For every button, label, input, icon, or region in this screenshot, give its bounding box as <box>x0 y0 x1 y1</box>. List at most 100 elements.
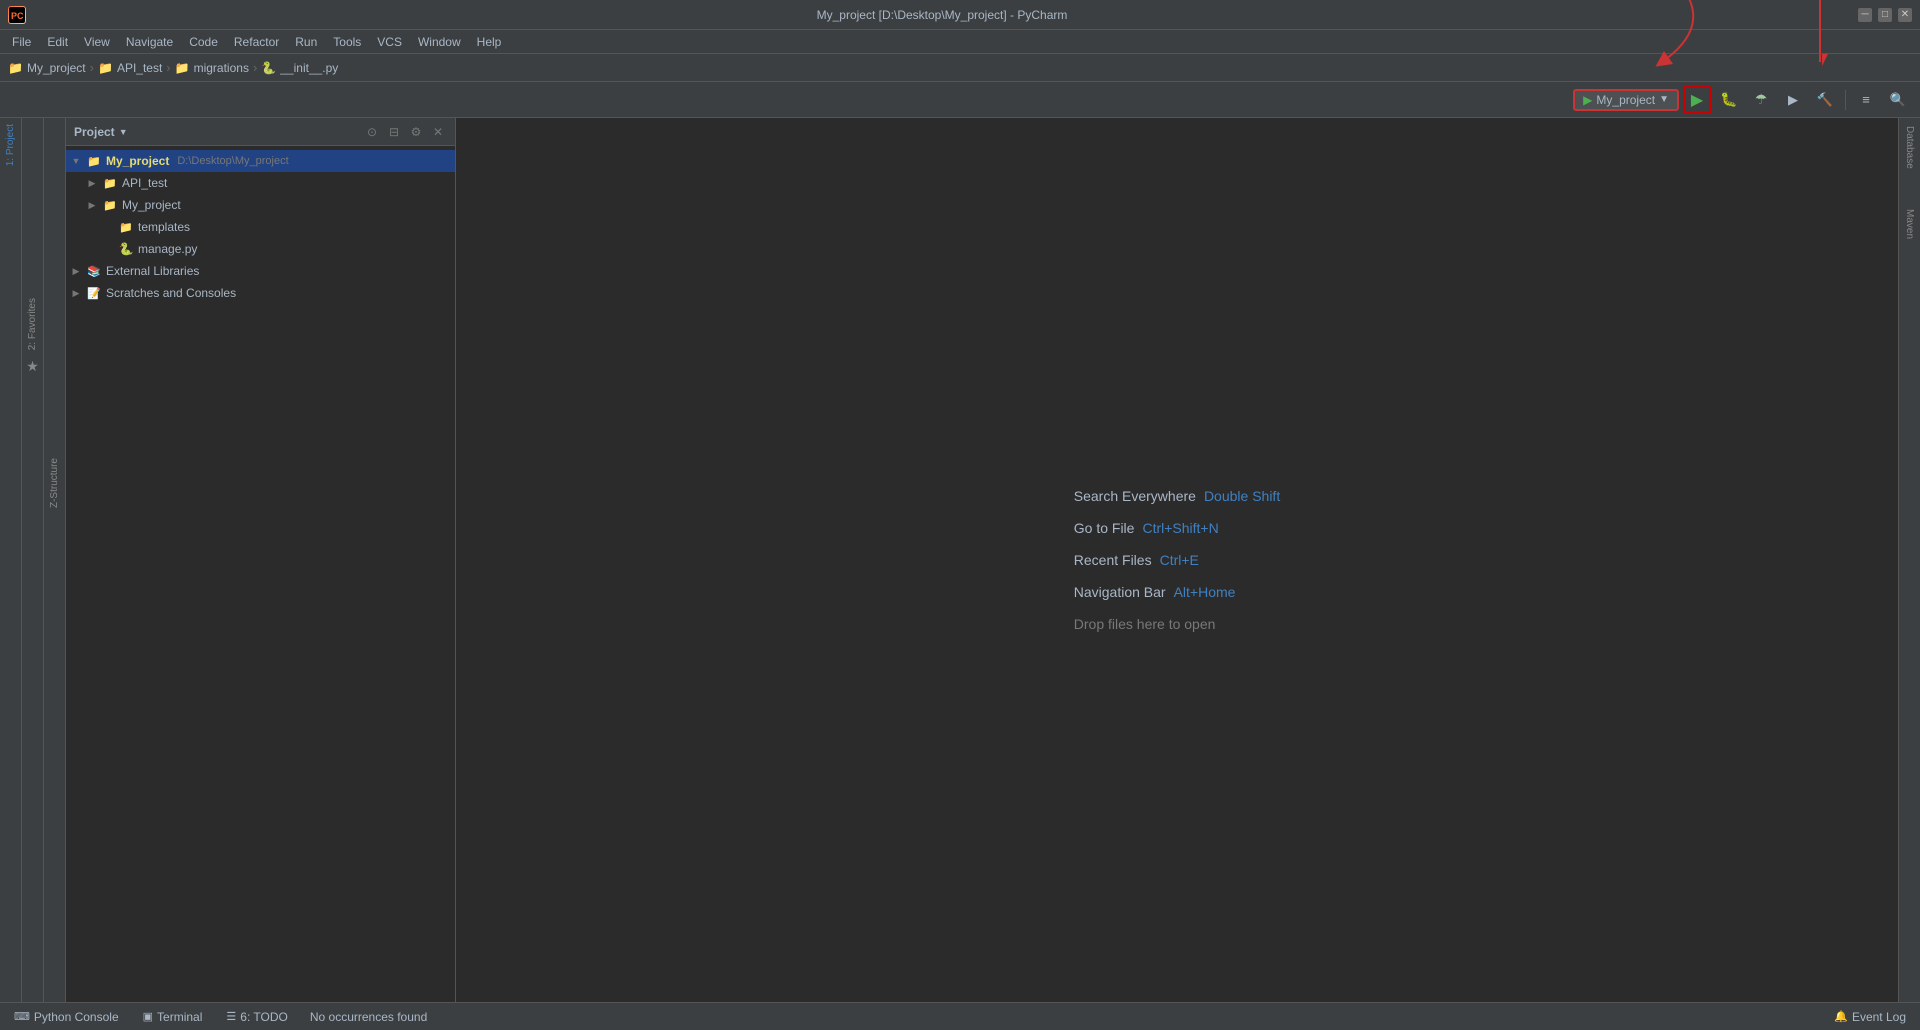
scope-button[interactable]: ⊙ <box>363 123 381 141</box>
coverage-button[interactable]: ☂ <box>1747 86 1775 114</box>
goto-file-label: Go to File <box>1074 520 1135 536</box>
expand-icon-root: ▼ <box>70 155 82 167</box>
run-button[interactable]: ▶ <box>1683 86 1711 114</box>
folder-icon-3: 📁 <box>175 61 190 75</box>
menu-navigate[interactable]: Navigate <box>118 30 181 53</box>
tree-label-scratches: Scratches and Consoles <box>106 286 236 300</box>
menu-run[interactable]: Run <box>287 30 325 53</box>
pycharm-logo: PC <box>8 6 26 24</box>
python-icon-managepy: 🐍 <box>118 241 134 257</box>
todo-icon: ☰ <box>226 1010 236 1023</box>
bottom-tabs: ⌨ Python Console ▣ Terminal ☰ 6: TODO No… <box>8 1008 427 1026</box>
breadcrumb-sep-3: › <box>253 60 257 75</box>
expand-icon-apitest: ▶ <box>86 177 98 189</box>
tree-label-apitest: API_test <box>122 176 167 190</box>
panel-title: Project ▼ <box>74 125 128 139</box>
breadcrumb-mig[interactable]: migrations <box>194 61 249 75</box>
recent-files-label: Recent Files <box>1074 552 1152 568</box>
more-actions[interactable]: ≡ <box>1852 86 1880 114</box>
goto-file-shortcut[interactable]: Ctrl+Shift+N <box>1142 520 1218 536</box>
window-title: My_project [D:\Desktop\My_project] - PyC… <box>26 8 1858 22</box>
folder-icon-myproject-sub: 📁 <box>102 197 118 213</box>
tree-item-extlibs[interactable]: ▶ 📚 External Libraries <box>66 260 455 282</box>
favorites-star-icon[interactable]: ★ <box>26 358 39 375</box>
drop-files-row: Drop files here to open <box>1074 616 1216 632</box>
menu-view[interactable]: View <box>76 30 118 53</box>
python-console-label: Python Console <box>34 1010 119 1024</box>
recent-files-shortcut[interactable]: Ctrl+E <box>1160 552 1199 568</box>
status-text: No occurrences found <box>310 1010 427 1024</box>
nav-bar-label: Navigation Bar <box>1074 584 1166 600</box>
right-tab-maven[interactable]: Maven <box>1904 205 1915 243</box>
menu-tools[interactable]: Tools <box>325 30 369 53</box>
breadcrumb-init[interactable]: 🐍 __init__.py <box>261 61 338 75</box>
folder-icon-templates: 📁 <box>118 219 134 235</box>
tree-item-templates[interactable]: 📁 templates <box>66 216 455 238</box>
main-content-area: Search Everywhere Double Shift Go to Fil… <box>456 118 1898 1002</box>
panel-dropdown-icon[interactable]: ▼ <box>119 127 128 137</box>
menu-help[interactable]: Help <box>469 30 510 53</box>
sidebar-tab-project[interactable]: 1: Project <box>0 118 22 172</box>
folder-icon-apitest: 📁 <box>102 175 118 191</box>
minimize-button[interactable]: ─ <box>1858 8 1872 22</box>
breadcrumb-api[interactable]: 📁 API_test <box>98 61 162 75</box>
panel-actions: ⊙ ⊟ ⚙ ✕ <box>363 123 447 141</box>
debug-button[interactable]: 🐛 <box>1715 86 1743 114</box>
tree-item-myproject-root[interactable]: ▼ 📁 My_project D:\Desktop\My_project <box>66 150 455 172</box>
python-console-tab[interactable]: ⌨ Python Console <box>8 1008 125 1026</box>
breadcrumb-apitest[interactable]: API_test <box>117 61 162 75</box>
run-config-icon: ▶ <box>1583 93 1592 107</box>
project-tab-label: 1: Project <box>5 124 16 166</box>
bottom-bar: ⌨ Python Console ▣ Terminal ☰ 6: TODO No… <box>0 1002 1920 1030</box>
hide-panel-button[interactable]: ✕ <box>429 123 447 141</box>
panel-title-label: Project <box>74 125 115 139</box>
zstructure-tab-label[interactable]: Z-Structure <box>49 458 60 508</box>
menu-refactor[interactable]: Refactor <box>226 30 287 53</box>
tree-item-myproject-sub[interactable]: ▶ 📁 My_project <box>66 194 455 216</box>
tree-item-managepy[interactable]: 🐍 manage.py <box>66 238 455 260</box>
tree-item-scratches[interactable]: ▶ 📝 Scratches and Consoles <box>66 282 455 304</box>
event-log-tab[interactable]: 🔔 Event Log <box>1828 1008 1912 1026</box>
title-bar-left: PC <box>8 6 26 24</box>
navigation-bar-row: Navigation Bar Alt+Home <box>1074 584 1236 600</box>
menu-code[interactable]: Code <box>181 30 226 53</box>
event-log-label: Event Log <box>1852 1010 1906 1024</box>
toolbar: 选择项目 点击 箭头 <box>0 82 1920 118</box>
python-icon-bc: 🐍 <box>261 61 276 75</box>
right-sidebar: Database Maven <box>1898 118 1920 1002</box>
breadcrumb-bar: 📁 My_project › 📁 API_test › 📁 migrations… <box>0 54 1920 82</box>
expand-icon-scratches: ▶ <box>70 287 82 299</box>
close-button[interactable]: ✕ <box>1898 8 1912 22</box>
terminal-icon: ▣ <box>143 1010 153 1023</box>
todo-tab[interactable]: ☰ 6: TODO <box>220 1008 293 1026</box>
favorites-tab-label[interactable]: 2: Favorites <box>27 298 38 350</box>
search-everywhere-shortcut[interactable]: Double Shift <box>1204 488 1280 504</box>
welcome-area: Search Everywhere Double Shift Go to Fil… <box>1074 488 1280 632</box>
profile-button[interactable]: ▶ <box>1779 86 1807 114</box>
tree-item-apitest[interactable]: ▶ 📁 API_test <box>66 172 455 194</box>
project-selector[interactable]: ▶ My_project ▼ <box>1573 89 1679 111</box>
tree-label-root: My_project <box>106 154 169 168</box>
folder-icon: 📁 <box>8 61 23 75</box>
todo-label: 6: TODO <box>240 1010 288 1024</box>
menu-window[interactable]: Window <box>410 30 469 53</box>
menu-edit[interactable]: Edit <box>39 30 76 53</box>
svg-text:PC: PC <box>11 11 24 21</box>
settings-button[interactable]: ⚙ <box>407 123 425 141</box>
python-console-icon: ⌨ <box>14 1010 30 1023</box>
right-tab-database[interactable]: Database <box>1904 122 1915 173</box>
menu-file[interactable]: File <box>4 30 39 53</box>
folder-icon-2: 📁 <box>98 61 113 75</box>
terminal-tab[interactable]: ▣ Terminal <box>137 1008 209 1026</box>
nav-bar-shortcut[interactable]: Alt+Home <box>1174 584 1236 600</box>
breadcrumb-project[interactable]: My_project <box>27 61 86 75</box>
breadcrumb-migrations[interactable]: 📁 migrations <box>175 61 249 75</box>
collapse-all-button[interactable]: ⊟ <box>385 123 403 141</box>
breadcrumb-root[interactable]: 📁 My_project <box>8 61 86 75</box>
search-everywhere[interactable]: 🔍 <box>1884 86 1912 114</box>
window-controls: ─ □ ✕ <box>1858 8 1912 22</box>
breadcrumb-initpy[interactable]: __init__.py <box>280 61 338 75</box>
menu-vcs[interactable]: VCS <box>369 30 410 53</box>
build-button[interactable]: 🔨 <box>1811 86 1839 114</box>
maximize-button[interactable]: □ <box>1878 8 1892 22</box>
